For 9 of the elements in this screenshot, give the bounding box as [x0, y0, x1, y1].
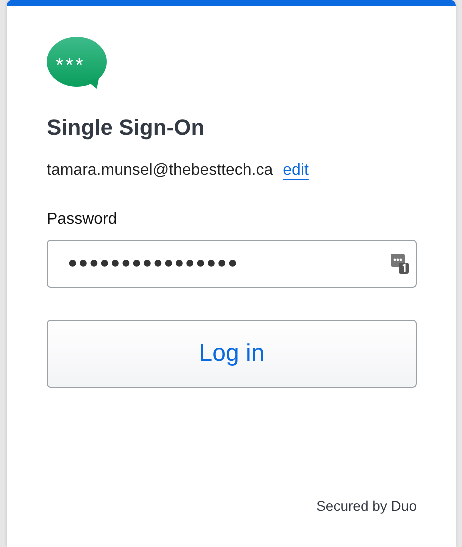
password-field[interactable]: ●●●●●●●●●●●●●●●●: [47, 240, 417, 288]
edit-link[interactable]: edit: [283, 161, 309, 181]
login-button[interactable]: Log in: [47, 320, 417, 388]
password-label: Password: [47, 210, 118, 230]
footer-text: Secured by Duo: [316, 497, 417, 515]
title: Single Sign-On: [47, 115, 206, 141]
password-manager-icon[interactable]: [391, 254, 409, 274]
email-address: tamara.munsel@thebesttech.ca: [47, 161, 274, 181]
chat-bubble-logo: ***: [47, 37, 109, 89]
